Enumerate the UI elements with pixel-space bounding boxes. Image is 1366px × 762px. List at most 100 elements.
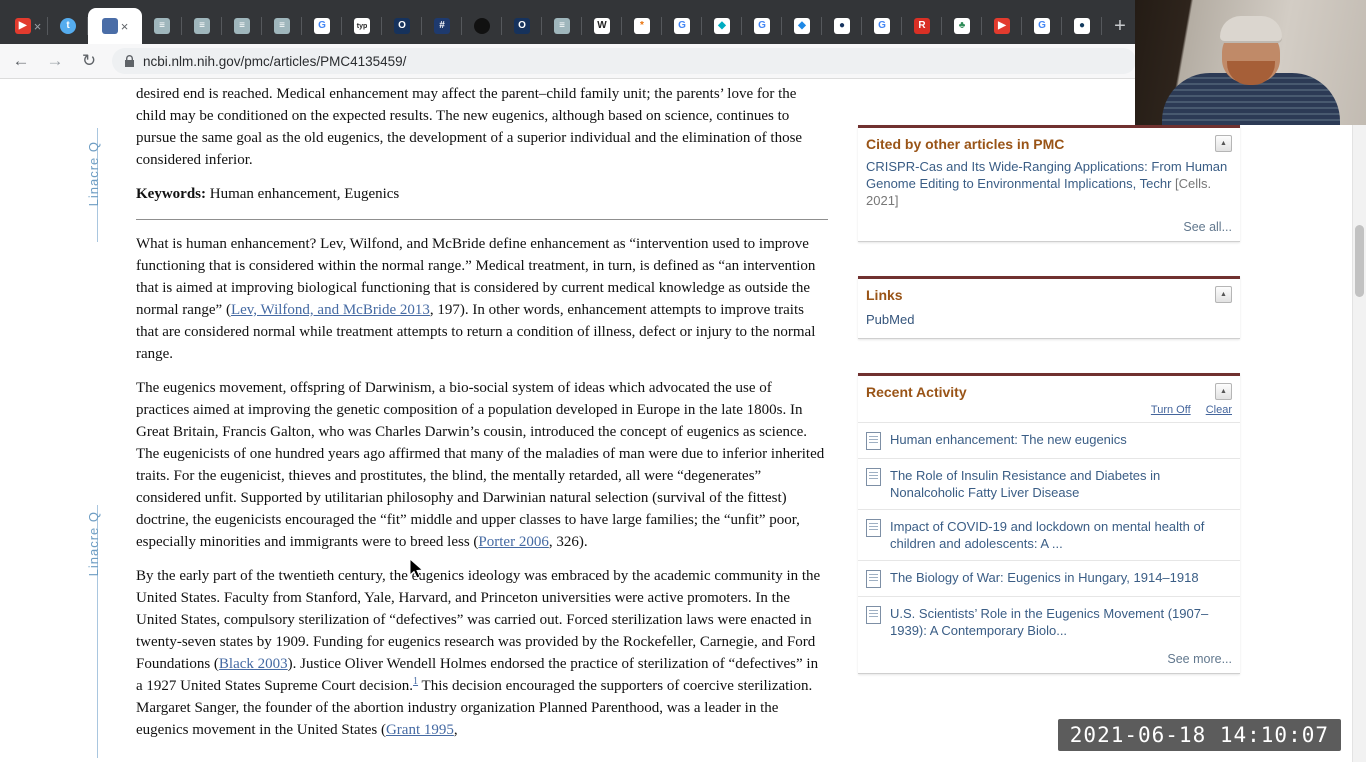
person-cap xyxy=(1219,16,1282,41)
journal-margin-label: Linacre Q xyxy=(86,141,101,207)
tab-close-icon[interactable]: × xyxy=(121,20,129,33)
document-icon xyxy=(866,606,881,624)
wikipedia-icon: W xyxy=(594,18,610,34)
navy-circle-icon: ● xyxy=(834,18,850,34)
google-tab-1[interactable]: G xyxy=(302,8,342,44)
docs-tab-3[interactable]: ≡ xyxy=(222,8,262,44)
docs-tab-5[interactable]: ≡ xyxy=(542,8,582,44)
typ-tab[interactable]: typ xyxy=(342,8,382,44)
o-site-tab-1[interactable]: O xyxy=(382,8,422,44)
document-icon: ≡ xyxy=(274,18,290,34)
collapse-button[interactable]: ▲ xyxy=(1215,383,1232,400)
cited-by-title: Cited by other articles in PMC xyxy=(866,135,1065,152)
forward-button[interactable]: → xyxy=(44,51,66,71)
recent-activity-actions: Turn Off Clear xyxy=(858,404,1240,422)
wikipedia-tab[interactable]: W xyxy=(582,8,622,44)
address-bar[interactable]: ncbi.nlm.nih.gov/pmc/articles/PMC4135459… xyxy=(112,48,1136,74)
recent-activity-link[interactable]: Impact of COVID-19 and lockdown on menta… xyxy=(890,518,1232,552)
document-icon: ≡ xyxy=(154,18,170,34)
r-icon: R xyxy=(914,18,930,34)
o-site-tab-2[interactable]: O xyxy=(502,8,542,44)
citation-link[interactable]: Grant 1995 xyxy=(386,722,454,738)
recent-activity-link[interactable]: The Biology of War: Eugenics in Hungary,… xyxy=(890,569,1199,588)
flower-tab[interactable]: * xyxy=(622,8,662,44)
tab-close-icon[interactable]: × xyxy=(34,20,42,33)
drive-tab-1[interactable]: ◆ xyxy=(702,8,742,44)
keywords-label: Keywords: xyxy=(136,186,206,202)
typ-icon: typ xyxy=(354,18,370,34)
page-scrollbar[interactable] xyxy=(1352,79,1366,762)
see-more-link[interactable]: See more... xyxy=(858,647,1240,673)
youtube-tab-2[interactable]: ▶ xyxy=(982,8,1022,44)
timestamp-overlay: 2021-06-18 14:10:07 xyxy=(1057,719,1341,751)
back-button[interactable]: ← xyxy=(10,51,32,71)
keywords-line: Keywords: Human enhancement, Eugenics xyxy=(136,183,828,205)
plant-icon: ♣ xyxy=(954,18,970,34)
docs-tab-1[interactable]: ≡ xyxy=(142,8,182,44)
body-text: , 326). xyxy=(548,534,588,550)
body-text: The eugenics movement, offspring of Darw… xyxy=(136,380,825,550)
blue-diamond-icon: ◆ xyxy=(794,18,810,34)
google-tab-3[interactable]: G xyxy=(742,8,782,44)
turn-off-link[interactable]: Turn Off xyxy=(1151,404,1191,416)
see-all-link[interactable]: See all... xyxy=(858,215,1240,241)
collapse-button[interactable]: ▲ xyxy=(1215,286,1232,303)
journal-margin-label: Linacre Q xyxy=(86,511,101,577)
google-tab-5[interactable]: G xyxy=(1022,8,1062,44)
recent-activity-item[interactable]: The Biology of War: Eugenics in Hungary,… xyxy=(858,560,1240,596)
recent-activity-link[interactable]: Human enhancement: The new eugenics xyxy=(890,431,1127,450)
docs-tab-4[interactable]: ≡ xyxy=(262,8,302,44)
grid-icon: # xyxy=(434,18,450,34)
google-icon: G xyxy=(754,18,770,34)
article-paragraph: desired end is reached. Medical enhancem… xyxy=(136,83,828,171)
navy-circle-tab[interactable]: ● xyxy=(822,8,862,44)
links-box: Links ▲ PubMed xyxy=(858,276,1240,339)
google-tab-4[interactable]: G xyxy=(862,8,902,44)
new-tab-button[interactable]: + xyxy=(1106,12,1134,40)
plant-tab[interactable]: ♣ xyxy=(942,8,982,44)
reload-button[interactable]: ↻ xyxy=(78,51,100,71)
clear-link[interactable]: Clear xyxy=(1206,404,1232,416)
recent-activity-item[interactable]: The Role of Insulin Resistance and Diabe… xyxy=(858,458,1240,509)
google-icon: G xyxy=(874,18,890,34)
drive-tab-2[interactable]: ◆ xyxy=(782,8,822,44)
article-body: desired end is reached. Medical enhancem… xyxy=(136,79,828,753)
twitter-icon: t xyxy=(60,18,76,34)
article-paragraphs: What is human enhancement? Lev, Wilfond,… xyxy=(136,233,828,741)
youtube-icon: ▶ xyxy=(994,18,1010,34)
youtube-tab[interactable]: ▶ × xyxy=(8,8,48,44)
google-icon: G xyxy=(674,18,690,34)
recent-activity-item[interactable]: U.S. Scientists’ Role in the Eugenics Mo… xyxy=(858,596,1240,647)
document-icon: ≡ xyxy=(194,18,210,34)
document-icon xyxy=(866,432,881,450)
grid-tab[interactable]: # xyxy=(422,8,462,44)
o-icon: O xyxy=(394,18,410,34)
globe-icon: ● xyxy=(1074,18,1090,34)
recent-activity-item[interactable]: Impact of COVID-19 and lockdown on menta… xyxy=(858,509,1240,560)
docs-tab-2[interactable]: ≡ xyxy=(182,8,222,44)
document-icon xyxy=(866,519,881,537)
black-circle-icon xyxy=(474,18,490,34)
links-item-pubmed[interactable]: PubMed xyxy=(866,309,1232,332)
recent-activity-link[interactable]: U.S. Scientists’ Role in the Eugenics Mo… xyxy=(890,605,1232,639)
globe-tab[interactable]: ● xyxy=(1062,8,1102,44)
teal-diamond-icon: ◆ xyxy=(714,18,730,34)
citation-link[interactable]: Porter 2006 xyxy=(478,534,548,550)
twitter-tab[interactable]: t xyxy=(48,8,88,44)
google-icon: G xyxy=(314,18,330,34)
document-icon xyxy=(866,468,881,486)
lock-icon[interactable] xyxy=(124,54,135,68)
recent-activity-item[interactable]: Human enhancement: The new eugenics xyxy=(858,422,1240,458)
article-paragraph: By the early part of the twentieth centu… xyxy=(136,565,828,741)
scrollbar-thumb[interactable] xyxy=(1355,225,1364,297)
recent-activity-title: Recent Activity xyxy=(866,383,967,400)
citation-link[interactable]: Lev, Wilfond, and McBride 2013 xyxy=(231,302,430,318)
pmc-article-tab[interactable]: × xyxy=(88,8,142,44)
recent-activity-link[interactable]: The Role of Insulin Resistance and Diabe… xyxy=(890,467,1232,501)
obsidian-tab[interactable] xyxy=(462,8,502,44)
section-divider xyxy=(136,219,828,220)
collapse-button[interactable]: ▲ xyxy=(1215,135,1232,152)
google-tab-2[interactable]: G xyxy=(662,8,702,44)
citation-link[interactable]: Black 2003 xyxy=(219,656,288,672)
r-site-tab[interactable]: R xyxy=(902,8,942,44)
